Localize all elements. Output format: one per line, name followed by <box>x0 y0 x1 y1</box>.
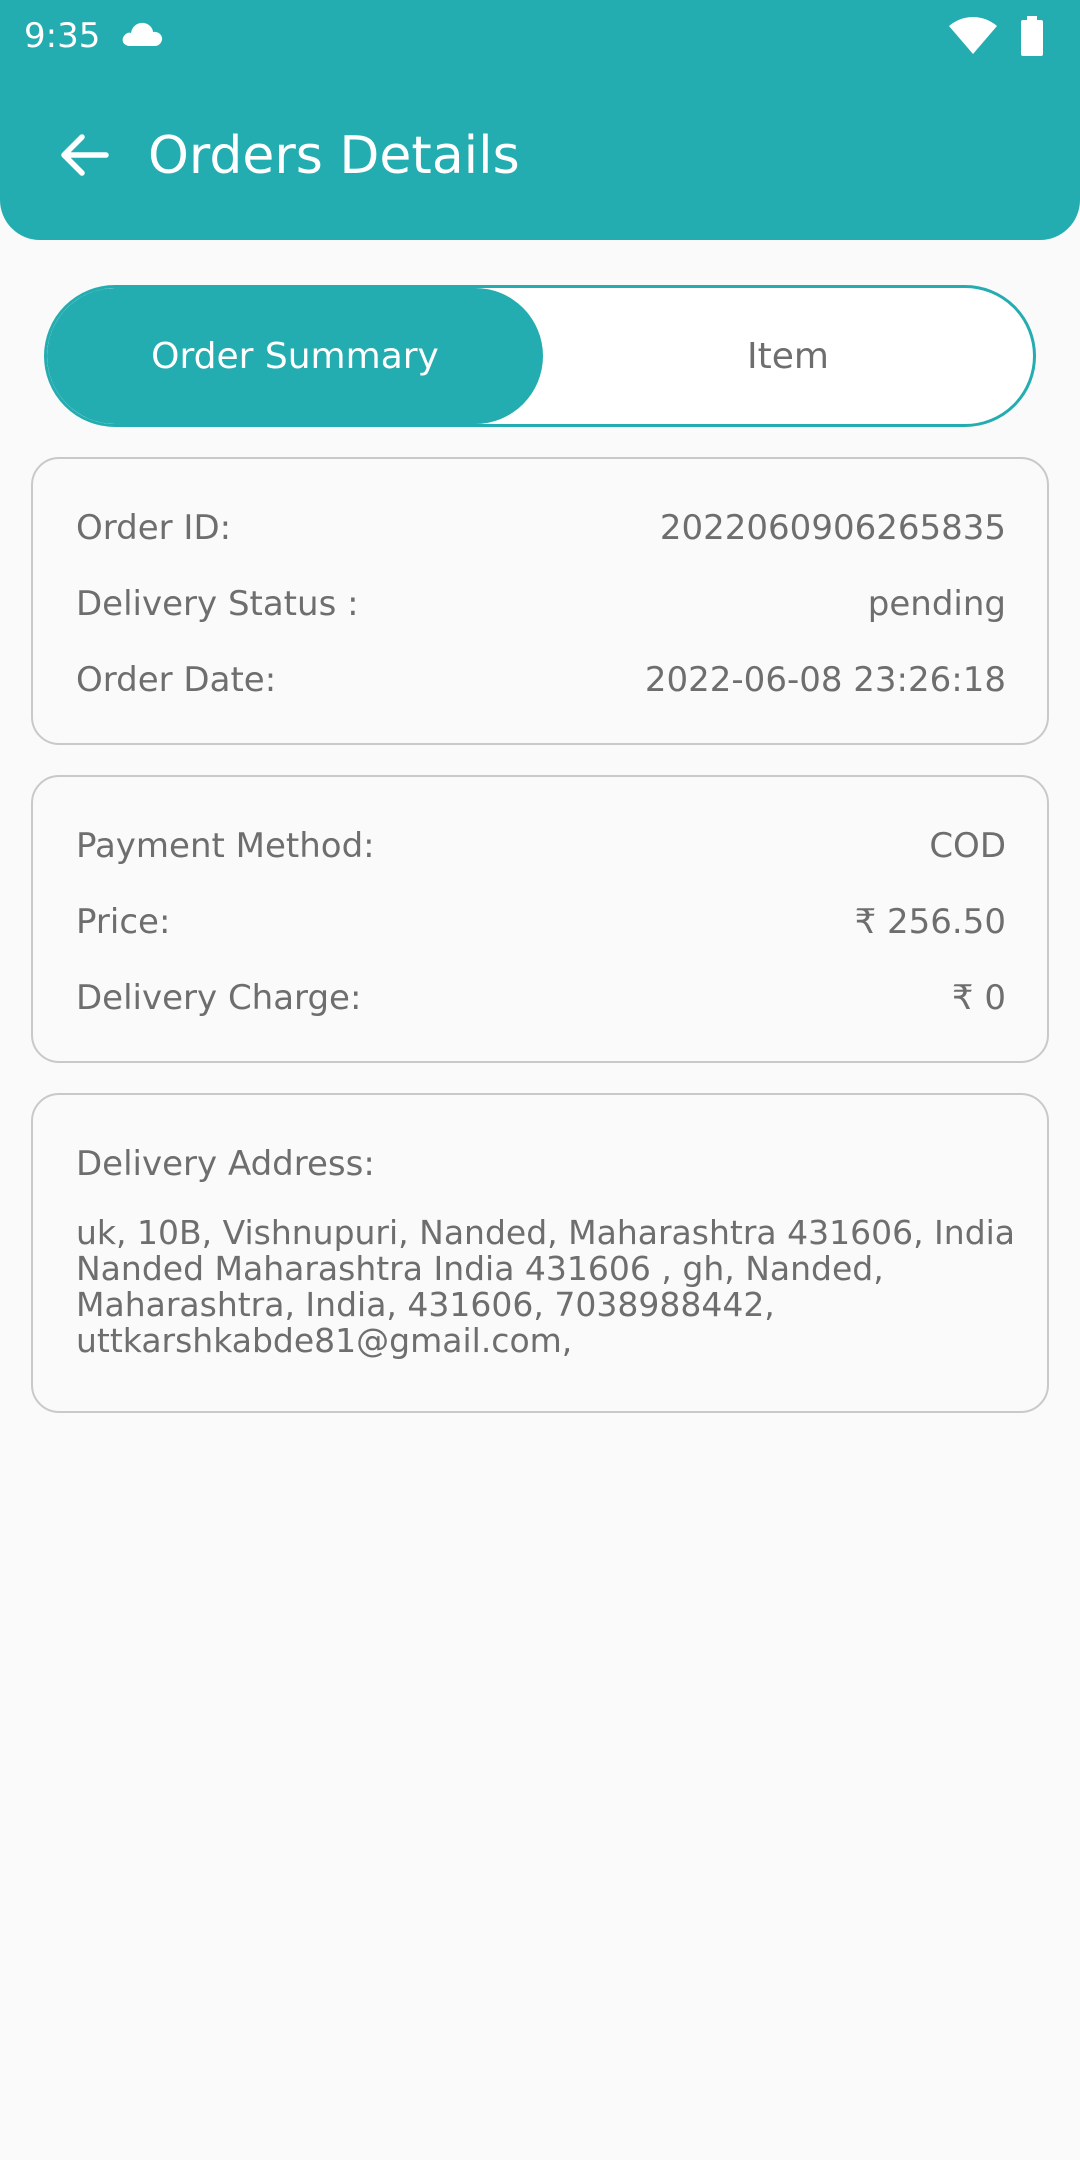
back-button[interactable] <box>44 120 124 190</box>
payment-method-value: COD <box>929 826 1006 866</box>
arrow-back-icon <box>61 134 109 176</box>
delivery-status-row: Delivery Status : pending <box>76 579 1006 629</box>
app-bar: 9:35 Orders Details <box>0 0 1080 240</box>
cloud-icon <box>120 18 164 48</box>
payment-info-card: Payment Method: COD Price: ₹ 256.50 Deli… <box>31 775 1049 1063</box>
payment-method-label: Payment Method: <box>76 826 375 866</box>
order-id-row: Order ID: 2022060906265835 <box>76 503 1006 553</box>
delivery-status-value: pending <box>867 584 1006 624</box>
price-label: Price: <box>76 902 171 942</box>
delivery-charge-row: Delivery Charge: ₹ 0 <box>76 973 1006 1023</box>
tab-item[interactable]: Item <box>543 288 1033 424</box>
order-id-label: Order ID: <box>76 508 232 548</box>
tab-order-summary[interactable]: Order Summary <box>47 288 543 424</box>
status-time: 9:35 <box>24 16 101 56</box>
payment-method-row: Payment Method: COD <box>76 821 1006 871</box>
order-id-value: 2022060906265835 <box>659 508 1006 548</box>
status-bar: 9:35 <box>0 0 1080 72</box>
order-info-card: Order ID: 2022060906265835 Delivery Stat… <box>31 457 1049 745</box>
order-date-row: Order Date: 2022-06-08 23:26:18 <box>76 655 1006 705</box>
price-row: Price: ₹ 256.50 <box>76 897 1006 947</box>
delivery-address-text: uk, 10B, Vishnupuri, Nanded, Maharashtra… <box>76 1213 1016 1360</box>
delivery-charge-value: ₹ 0 <box>951 978 1006 1018</box>
delivery-status-label: Delivery Status : <box>76 584 359 624</box>
delivery-charge-label: Delivery Charge: <box>76 978 362 1018</box>
toolbar: Orders Details <box>0 100 1080 212</box>
page-title: Orders Details <box>148 126 520 186</box>
battery-icon <box>1020 16 1044 56</box>
tab-switcher: Order Summary Item <box>44 285 1036 427</box>
price-value: ₹ 256.50 <box>854 902 1006 942</box>
delivery-address-card: Delivery Address: uk, 10B, Vishnupuri, N… <box>31 1093 1049 1413</box>
order-date-value: 2022-06-08 23:26:18 <box>644 660 1006 700</box>
order-date-label: Order Date: <box>76 660 277 700</box>
wifi-icon <box>948 16 998 56</box>
delivery-address-label: Delivery Address: <box>76 1144 375 1184</box>
